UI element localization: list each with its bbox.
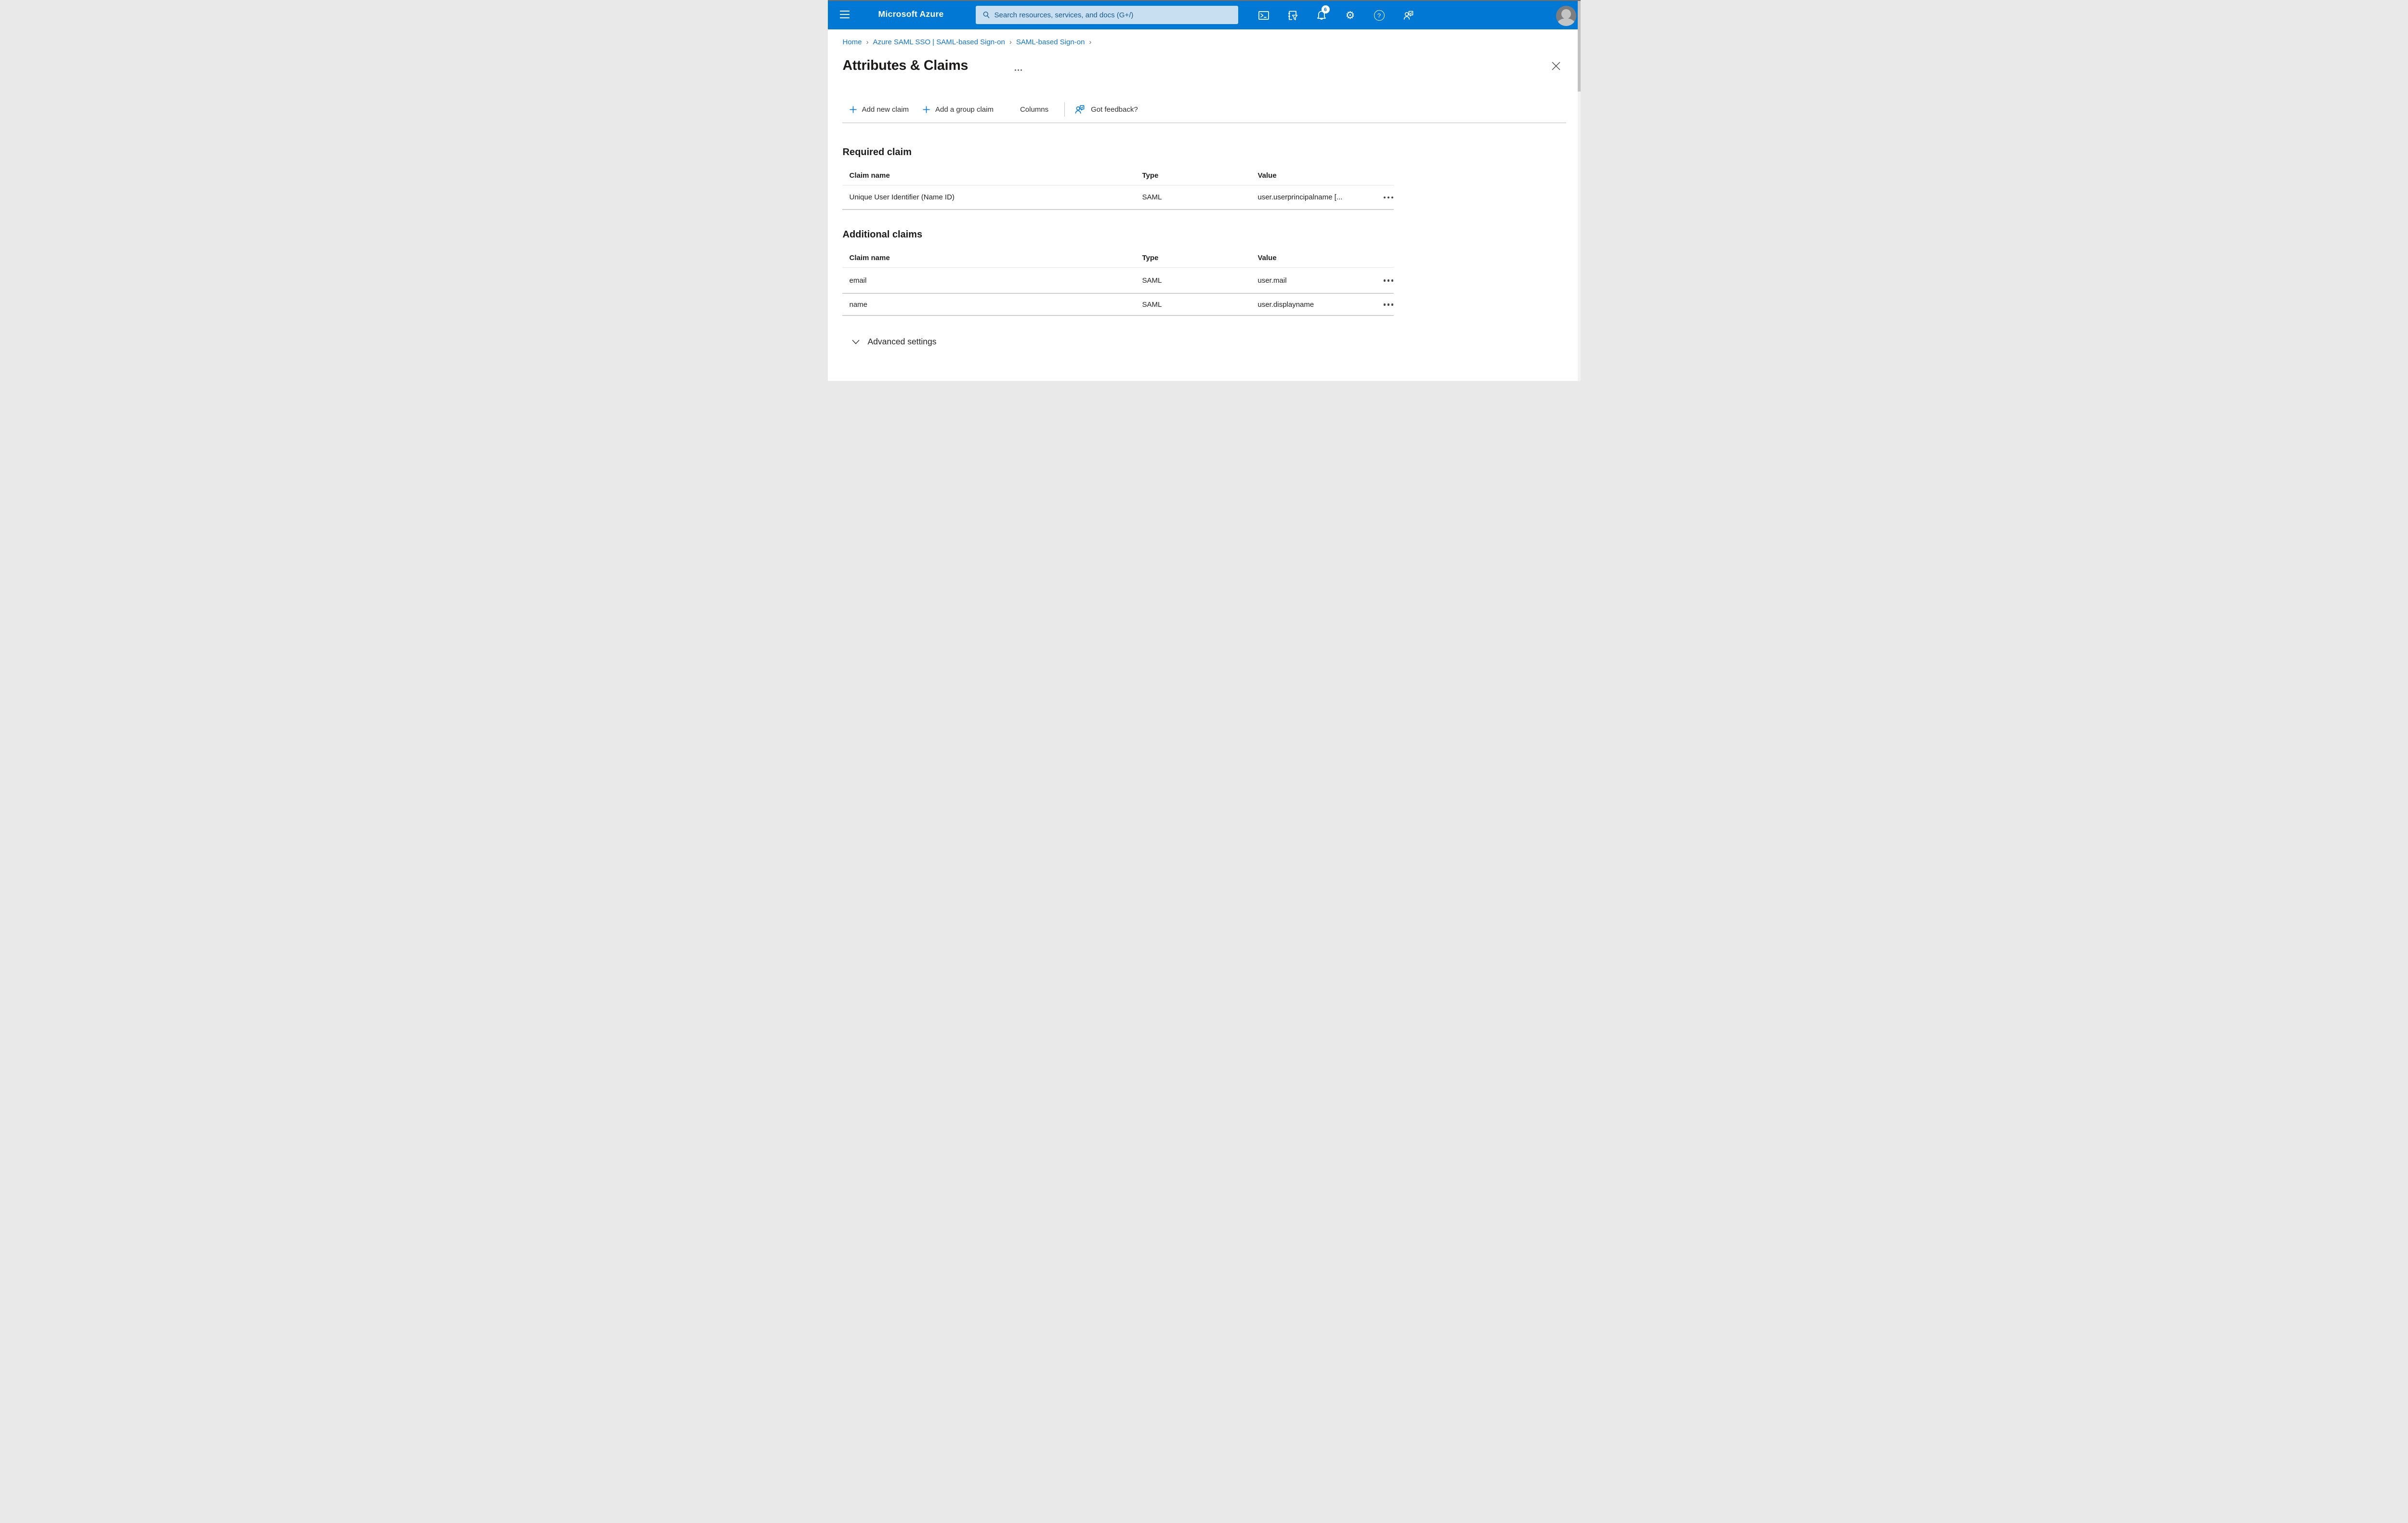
breadcrumb-separator: › bbox=[866, 38, 869, 46]
azure-portal-window: Microsoft Azure Search resources, servic… bbox=[827, 0, 1581, 381]
claim-type-cell: SAML bbox=[1142, 300, 1162, 309]
advanced-settings-toggle[interactable]: Advanced settings bbox=[851, 337, 937, 347]
global-search[interactable] bbox=[975, 6, 1238, 24]
avatar[interactable] bbox=[1556, 6, 1576, 26]
breadcrumb-separator: › bbox=[1089, 38, 1092, 46]
azure-top-bar: Microsoft Azure Search resources, servic… bbox=[827, 1, 1581, 29]
notification-badge: 6 bbox=[1321, 5, 1330, 13]
cloud-shell-icon[interactable] bbox=[1253, 5, 1274, 26]
additional-claims-table: Claim name Type Value email SAML user.ma… bbox=[842, 248, 1394, 316]
help-icon[interactable]: ? bbox=[1369, 5, 1390, 26]
hamburger-menu-icon[interactable] bbox=[839, 10, 851, 21]
search-input[interactable] bbox=[994, 11, 1238, 19]
got-feedback-label: Got feedback? bbox=[1091, 105, 1138, 114]
search-icon bbox=[983, 12, 990, 18]
settings-gear-icon[interactable]: ⚙ bbox=[1340, 5, 1361, 26]
plus-icon bbox=[850, 106, 857, 113]
notifications-bell-icon[interactable]: 6 bbox=[1311, 5, 1332, 26]
add-new-claim-button[interactable]: Add new claim bbox=[850, 105, 909, 114]
breadcrumb-separator: › bbox=[1009, 38, 1012, 46]
columns-label: Columns bbox=[1020, 105, 1049, 114]
table-header-row: Claim name Type Value bbox=[842, 166, 1394, 185]
claim-name-cell: Unique User Identifier (Name ID) bbox=[849, 193, 955, 201]
feedback-person-icon bbox=[1073, 104, 1086, 116]
table-row-email[interactable]: email SAML user.mail bbox=[842, 268, 1394, 294]
toolbar-bottom-divider bbox=[842, 122, 1566, 123]
columns-button[interactable]: Columns bbox=[1008, 105, 1048, 114]
claim-name-cell: email bbox=[849, 276, 867, 285]
claim-value-cell: user.displayname bbox=[1257, 300, 1314, 309]
breadcrumb: Home › Azure SAML SSO | SAML-based Sign-… bbox=[843, 38, 1096, 46]
column-header-type: Type bbox=[1142, 171, 1159, 180]
claim-type-cell: SAML bbox=[1142, 193, 1162, 201]
table-row-nameid[interactable]: Unique User Identifier (Name ID) SAML us… bbox=[842, 185, 1394, 210]
claim-type-cell: SAML bbox=[1142, 276, 1162, 285]
table-row-name[interactable]: name SAML user.displayname bbox=[842, 294, 1394, 316]
required-claim-table: Claim name Type Value Unique User Identi… bbox=[842, 166, 1394, 210]
toolbar-divider bbox=[1064, 102, 1065, 117]
breadcrumb-app-sso[interactable]: Azure SAML SSO | SAML-based Sign-on bbox=[873, 38, 1005, 46]
add-group-claim-button[interactable]: Add a group claim bbox=[923, 105, 994, 114]
required-claim-heading: Required claim bbox=[842, 147, 912, 158]
close-icon[interactable] bbox=[1550, 61, 1562, 72]
column-header-claim-name: Claim name bbox=[849, 253, 890, 262]
breadcrumb-home[interactable]: Home bbox=[843, 38, 862, 46]
column-header-type: Type bbox=[1142, 253, 1159, 262]
additional-claims-heading: Additional claims bbox=[842, 229, 923, 240]
topbar-icon-group: 6 ⚙ ? bbox=[1253, 5, 1419, 26]
brand-title[interactable]: Microsoft Azure bbox=[878, 9, 944, 19]
title-context-menu-icon[interactable] bbox=[1014, 69, 1016, 71]
chevron-down-icon bbox=[851, 339, 860, 344]
row-context-menu-icon[interactable] bbox=[1383, 277, 1394, 283]
claim-value-cell: user.userprincipalname [... bbox=[1257, 193, 1343, 201]
claim-name-cell: name bbox=[849, 300, 868, 309]
add-group-claim-label: Add a group claim bbox=[935, 105, 994, 114]
breadcrumb-saml-signon[interactable]: SAML-based Sign-on bbox=[1016, 38, 1085, 46]
advanced-settings-label: Advanced settings bbox=[867, 337, 937, 346]
got-feedback-button[interactable]: Got feedback? bbox=[1073, 104, 1138, 116]
page-title: Attributes & Claims bbox=[842, 58, 968, 73]
row-context-menu-icon[interactable] bbox=[1383, 302, 1394, 307]
scrollbar-thumb[interactable] bbox=[1577, 1, 1581, 92]
column-header-value: Value bbox=[1257, 171, 1277, 180]
plus-icon bbox=[923, 106, 930, 113]
add-new-claim-label: Add new claim bbox=[862, 105, 909, 114]
directory-filter-icon[interactable] bbox=[1282, 5, 1303, 26]
page-scrollbar[interactable] bbox=[1577, 1, 1581, 381]
row-context-menu-icon[interactable] bbox=[1383, 195, 1394, 200]
column-header-value: Value bbox=[1257, 253, 1277, 262]
table-header-row: Claim name Type Value bbox=[842, 248, 1394, 268]
feedback-icon[interactable] bbox=[1398, 5, 1419, 26]
command-bar: Add new claim Add a group claim Columns bbox=[850, 102, 1152, 117]
column-header-claim-name: Claim name bbox=[849, 171, 890, 180]
claim-value-cell: user.mail bbox=[1257, 276, 1287, 285]
